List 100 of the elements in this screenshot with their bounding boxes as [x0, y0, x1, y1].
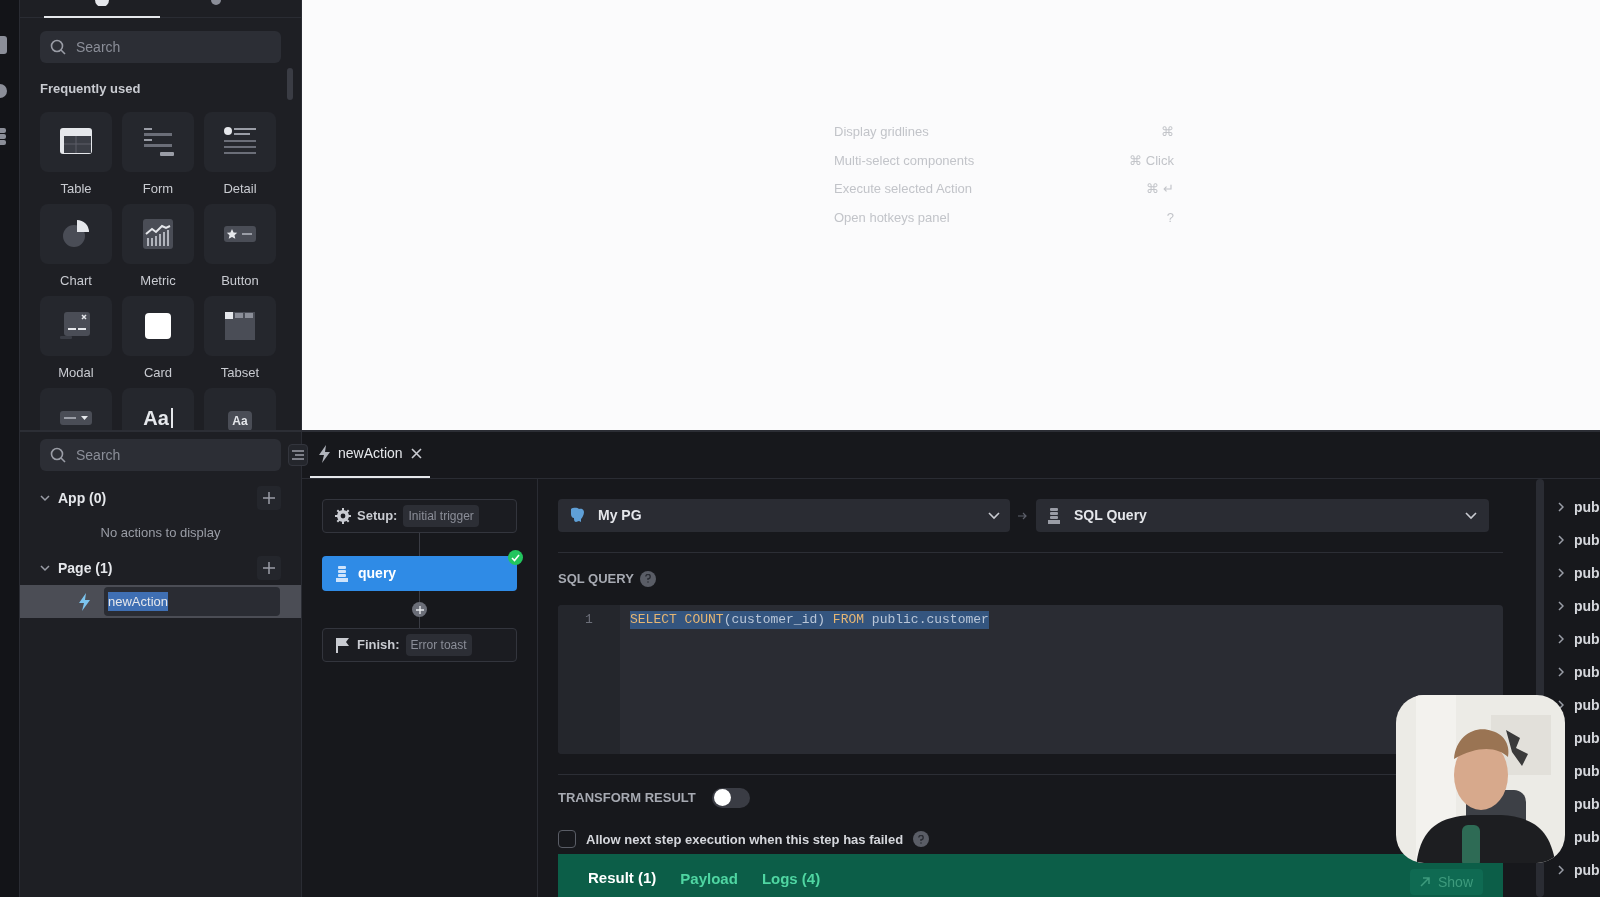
schema-name: pub [1574, 794, 1600, 814]
arrow-right-icon [1018, 511, 1028, 520]
plus-icon [263, 562, 275, 574]
component-tile[interactable] [40, 111, 112, 172]
expand-arrow-icon [1419, 877, 1430, 887]
query-step[interactable]: query [322, 556, 517, 591]
page-icon[interactable] [0, 36, 8, 54]
palette-icon[interactable] [0, 84, 8, 98]
add-button[interactable] [257, 486, 281, 510]
component-tile[interactable]: Aa [122, 387, 194, 430]
schema-name: pub [1574, 497, 1600, 517]
component-tile[interactable]: Aa [204, 387, 276, 430]
section-title: Frequently used [40, 80, 142, 98]
component-tile[interactable] [122, 295, 194, 356]
close-icon[interactable] [410, 448, 422, 459]
trigger-tag: Initial trigger [403, 505, 479, 527]
chevron-down-icon[interactable] [40, 564, 50, 572]
component-label: Table [60, 180, 92, 196]
component-tile[interactable] [40, 295, 112, 356]
hotkey-action: Execute selected Action [834, 180, 973, 198]
list-toggle-button[interactable] [288, 444, 308, 466]
section-label: SQL QUERY [558, 570, 634, 588]
chevron-down-icon [988, 511, 1000, 520]
search-field[interactable]: Search [40, 439, 281, 471]
checkbox[interactable] [558, 830, 576, 849]
component-label: Card [143, 364, 173, 380]
code-editor[interactable]: 1 SELECT COUNT(customer_id) FROM public.customer [558, 604, 1503, 754]
result-tab[interactable]: Result (1) [578, 859, 667, 897]
lightning-icon [318, 444, 330, 463]
chevron-right-icon[interactable] [1558, 634, 1564, 644]
label-glyph: Aa [228, 410, 252, 430]
setup-node[interactable]: Setup: Initial trigger [322, 499, 517, 533]
component-tile[interactable] [204, 295, 276, 356]
chevron-right-icon[interactable] [1558, 535, 1564, 545]
component-label: Modal [58, 364, 94, 380]
hotkey-action: Multi-select components [834, 151, 975, 170]
checkbox-label: Allow next step execution when this step has failed [586, 830, 904, 849]
hotkey-action: Display gridlines [834, 123, 929, 141]
schema-name: pub [1574, 860, 1600, 880]
help-icon [639, 570, 656, 587]
component-label: Detail [223, 180, 257, 196]
schema-name: pub [1574, 761, 1600, 781]
text-glyph: Aa [143, 407, 173, 428]
component-tile[interactable] [40, 203, 112, 264]
component-label: Tabset [220, 364, 260, 380]
chevron-right-icon[interactable] [1558, 865, 1564, 875]
group-title: App (0) [58, 488, 108, 508]
add-button[interactable] [257, 556, 281, 580]
gear-icon [335, 508, 351, 524]
component-label: Chart [60, 272, 92, 288]
schema-name: pub [1574, 827, 1600, 847]
action-item[interactable]: newAction [20, 585, 301, 618]
schema-name: pub [1574, 662, 1600, 682]
dropdown-icon [60, 410, 92, 425]
group-title: Page (1) [58, 558, 114, 578]
search-field[interactable]: Search [40, 31, 281, 63]
chevron-right-icon[interactable] [1558, 601, 1564, 611]
datasource-dropdown[interactable]: My PG [558, 499, 1010, 532]
toggle-switch[interactable] [711, 787, 750, 808]
scrollbar-thumb[interactable] [287, 68, 293, 100]
schema-name: pub [1574, 563, 1600, 583]
component-tile[interactable] [122, 111, 194, 172]
transform-result-label: TRANSFORM RESULT [558, 788, 696, 807]
component-tile[interactable] [204, 203, 276, 264]
lightning-icon [78, 592, 90, 611]
flag-icon [335, 637, 351, 653]
search-icon [50, 447, 66, 463]
search-icon [50, 39, 66, 55]
query-type-dropdown[interactable]: SQL Query [1036, 499, 1489, 532]
chevron-down-icon[interactable] [40, 494, 50, 502]
empty-message: No actions to display [100, 524, 221, 543]
chevron-right-icon[interactable] [1558, 502, 1564, 512]
component-tile[interactable] [122, 203, 194, 264]
trigger-tag: Error toast [405, 634, 472, 656]
chevron-right-icon[interactable] [1558, 667, 1564, 677]
finish-node[interactable]: Finish: Error toast [322, 628, 517, 662]
component-tile[interactable] [204, 111, 276, 172]
schema-name: pub [1574, 728, 1600, 748]
editor-tab[interactable]: newAction [310, 431, 430, 478]
hotkey-keys: ⌘ ↵ [1146, 179, 1174, 199]
list-icon [292, 450, 304, 460]
chevron-right-icon[interactable] [1558, 568, 1564, 578]
chevron-right-icon[interactable] [1558, 700, 1564, 710]
help-icon [913, 831, 930, 848]
result-tab[interactable]: Payload [670, 859, 748, 897]
schema-name: pub [1574, 695, 1600, 715]
component-tile[interactable] [40, 387, 112, 430]
add-step-button[interactable] [412, 602, 427, 617]
database-icon [1048, 507, 1060, 524]
schema-name: pub [1574, 629, 1600, 649]
panel-tab[interactable] [44, 0, 160, 18]
component-label: Form [142, 180, 174, 196]
name-input-field[interactable]: newAction [104, 587, 280, 616]
hotkey-keys: ? [1166, 207, 1174, 227]
component-label: Metric [140, 272, 176, 288]
hotkey-keys: ⌘ [1161, 122, 1174, 142]
schema-name: pub [1574, 596, 1600, 616]
hotkey-action: Open hotkeys panel [834, 208, 950, 227]
result-tab[interactable]: Logs (4) [751, 859, 831, 897]
database-icon[interactable] [0, 128, 7, 146]
